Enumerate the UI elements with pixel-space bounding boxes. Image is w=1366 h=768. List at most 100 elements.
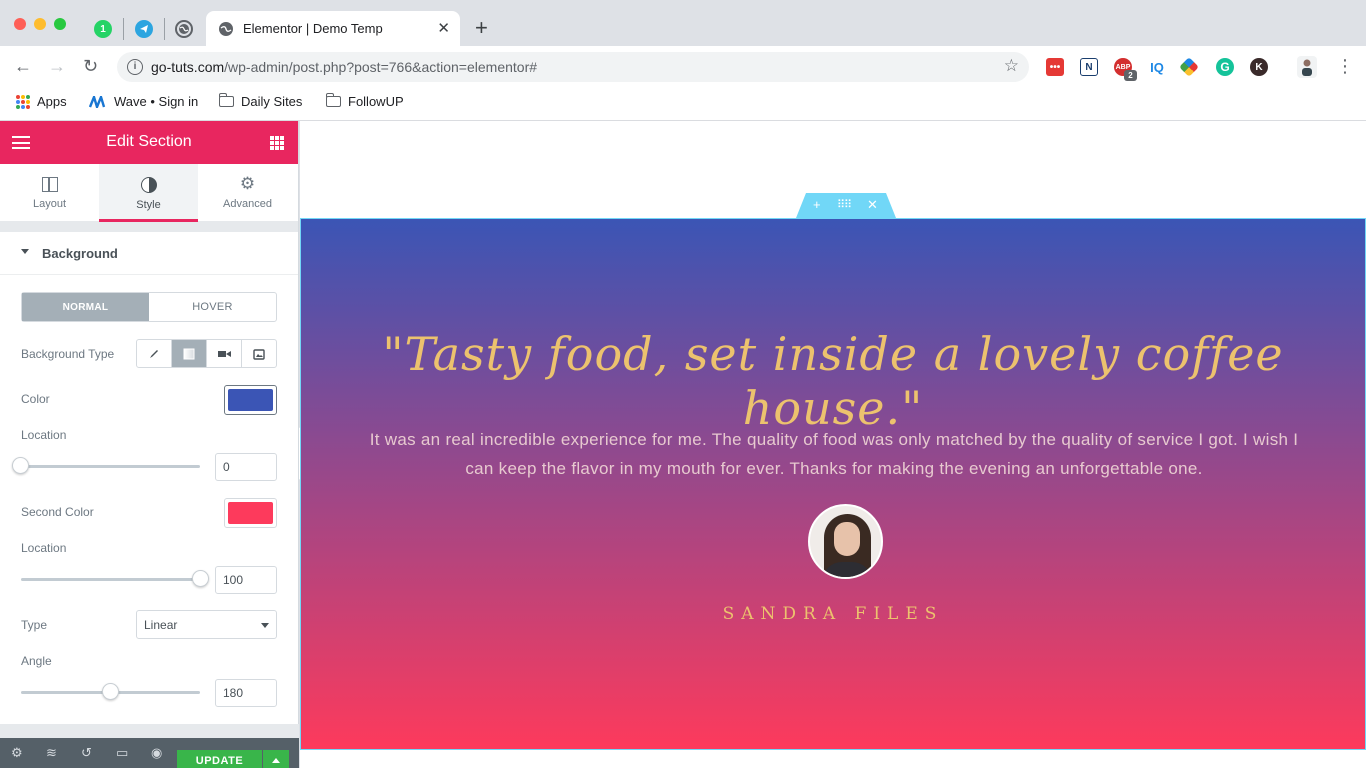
bookmark-wave[interactable]: Wave • Sign in — [89, 94, 198, 109]
gradient-type-select[interactable]: Linear — [136, 610, 277, 639]
folder-icon — [218, 93, 234, 107]
location-slider-track[interactable] — [21, 465, 200, 468]
extension-badge: 2 — [1124, 70, 1137, 81]
close-window-button[interactable] — [14, 18, 26, 30]
second-location-label: Location — [21, 541, 67, 555]
pinned-tab-globe[interactable] — [175, 20, 193, 38]
add-section-icon[interactable]: + — [813, 197, 821, 213]
chevron-down-icon — [261, 623, 269, 628]
pinned-tab-telegram[interactable] — [135, 20, 153, 38]
bookmarks-bar: Apps Wave • Sign in Daily Sites FollowUP — [0, 88, 1366, 121]
navigator-layers-icon[interactable]: ≋ — [46, 746, 57, 760]
lastpass-extension-icon[interactable]: ••• — [1046, 58, 1064, 76]
normal-hover-switch: NORMAL HOVER — [21, 292, 277, 322]
globe-icon — [179, 24, 189, 34]
section-handle: + ⠿⠿ ✕ — [796, 193, 896, 218]
type-label: Type — [21, 618, 48, 632]
active-browser-tab[interactable]: Elementor | Demo Temp ✕ — [206, 11, 460, 46]
background-section-toggle[interactable]: Background — [0, 232, 298, 275]
gear-icon: ⚙ — [239, 174, 256, 193]
background-type-choices — [136, 339, 277, 368]
browser-tab-bar: 1 Elementor | Demo Temp ✕ + — [0, 0, 1366, 46]
second-color-swatch[interactable] — [224, 498, 277, 528]
preview-eye-icon[interactable]: ◉ — [151, 746, 162, 760]
color-swatch[interactable] — [224, 385, 277, 415]
iq-extension-icon[interactable]: IQ — [1148, 58, 1166, 76]
columns-icon — [41, 177, 58, 192]
reload-icon[interactable]: ↻ — [83, 55, 98, 77]
kebab-menu-icon[interactable]: ⋮ — [1336, 55, 1354, 77]
minimize-window-button[interactable] — [34, 18, 46, 30]
second-location-input[interactable]: 100 — [215, 566, 277, 594]
second-location-slider-track[interactable] — [21, 578, 200, 581]
settings-gear-icon[interactable]: ⚙ — [11, 746, 23, 760]
history-icon[interactable]: ↺ — [81, 746, 92, 760]
slideshow-icon[interactable] — [242, 340, 276, 367]
drag-handle-icon[interactable]: ⠿⠿ — [837, 197, 852, 213]
tab-style[interactable]: Style — [99, 164, 198, 222]
profile-avatar[interactable] — [1297, 56, 1317, 78]
browser-toolbar: ← → ↻ i go-tuts.com/wp-admin/post.php?po… — [0, 46, 1366, 88]
location-slider-handle[interactable] — [12, 457, 29, 474]
update-button[interactable]: UPDATE — [177, 750, 262, 768]
half-circle-icon — [140, 177, 157, 193]
panel-tabs: Layout Style ⚙ Advanced — [0, 164, 298, 222]
folder-icon — [325, 93, 341, 107]
update-options-arrow[interactable] — [263, 750, 289, 768]
testimonial-avatar — [808, 504, 883, 579]
info-icon[interactable]: i — [127, 59, 143, 75]
color-label: Color — [21, 392, 50, 406]
second-location-slider-handle[interactable] — [192, 570, 209, 587]
caret-down-icon — [21, 249, 29, 254]
user-icon — [1302, 59, 1312, 76]
responsive-desktop-icon[interactable]: ▭ — [116, 746, 128, 760]
second-color-label: Second Color — [21, 505, 94, 519]
colorpick-extension-icon[interactable] — [1179, 57, 1199, 77]
url-domain: go-tuts.com — [151, 59, 225, 75]
elementor-panel: Edit Section Layout Style ⚙ Advanced Bac… — [0, 121, 299, 768]
back-arrow-icon[interactable]: ← — [14, 55, 32, 77]
pinned-tab-whatsapp[interactable]: 1 — [94, 20, 112, 38]
new-tab-button[interactable]: + — [475, 17, 488, 39]
tab-layout[interactable]: Layout — [0, 164, 99, 222]
grammarly-extension-icon[interactable]: G — [1216, 58, 1234, 76]
video-camera-icon[interactable] — [207, 340, 242, 367]
panel-header: Edit Section — [0, 121, 298, 164]
bookmark-daily-sites[interactable]: Daily Sites — [218, 93, 302, 109]
maximize-window-button[interactable] — [54, 18, 66, 30]
normal-state-tab[interactable]: NORMAL — [22, 293, 149, 321]
whatsapp-icon: 1 — [100, 23, 106, 35]
location-input[interactable]: 0 — [215, 453, 277, 481]
panel-footer: ⚙ ≋ ↺ ▭ ◉ UPDATE — [0, 738, 299, 768]
globe-icon — [219, 22, 233, 36]
testimonial-body: It was an real incredible experience for… — [369, 430, 1299, 478]
notion-extension-icon[interactable]: N — [1080, 58, 1098, 76]
hover-state-tab[interactable]: HOVER — [149, 293, 276, 321]
widgets-grid-icon[interactable] — [270, 136, 284, 150]
testimonial-quote: "Tasty food, set inside a lovely coffee … — [382, 327, 1284, 435]
angle-slider-handle[interactable] — [102, 683, 119, 700]
testimonial-section[interactable]: "Tasty food, set inside a lovely coffee … — [300, 218, 1366, 750]
classic-brush-icon[interactable] — [137, 340, 172, 367]
bookmark-star-icon[interactable]: ☆ — [1004, 56, 1019, 76]
location-label: Location — [21, 428, 67, 442]
k-extension-icon[interactable]: K — [1250, 58, 1268, 76]
delete-section-icon[interactable]: ✕ — [867, 197, 878, 213]
wave-logo-icon — [89, 95, 106, 108]
angle-label: Angle — [21, 654, 52, 668]
angle-input[interactable]: 180 — [215, 679, 277, 707]
forward-arrow-icon[interactable]: → — [48, 55, 66, 77]
url-path: /wp-admin/post.php?post=766&action=eleme… — [224, 59, 538, 75]
telegram-icon — [140, 25, 148, 33]
panel-title: Edit Section — [106, 133, 192, 150]
close-tab-icon[interactable]: ✕ — [437, 19, 450, 37]
apps-grid-icon — [16, 94, 30, 109]
address-bar[interactable]: i go-tuts.com/wp-admin/post.php?post=766… — [117, 52, 1029, 82]
gradient-icon[interactable] — [172, 340, 207, 367]
tab-title: Elementor | Demo Temp — [243, 21, 383, 36]
bookmark-followup[interactable]: FollowUP — [325, 93, 404, 109]
testimonial-author-name: SANDRA FILES — [722, 604, 944, 624]
tab-advanced[interactable]: ⚙ Advanced — [198, 164, 297, 222]
background-type-label: Background Type — [21, 347, 115, 361]
bookmark-apps[interactable]: Apps — [16, 94, 67, 109]
